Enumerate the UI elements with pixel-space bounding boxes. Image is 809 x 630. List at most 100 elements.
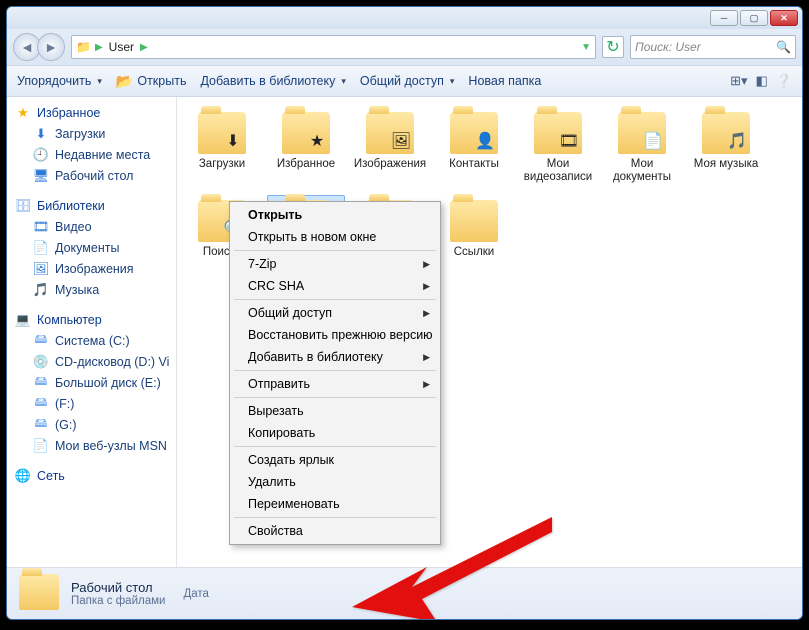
sidebar-item-drive-e[interactable]: 🖴Большой диск (E:)	[11, 373, 172, 393]
share-menu[interactable]: Общий доступ	[360, 74, 455, 88]
folder-item[interactable]: ★Избранное	[267, 107, 345, 189]
menu-item[interactable]: 7-Zip	[230, 253, 440, 275]
sidebar-item-downloads[interactable]: ⬇Загрузки	[11, 124, 172, 144]
page-icon: 📄	[33, 438, 49, 454]
explorer-window: ─ ▢ ✕ ◄ ► 📁 ▶ User ▶ ▼ ↻ Поиск: User 🔍 У…	[6, 6, 803, 620]
sidebar-item-documents[interactable]: 📄Документы	[11, 238, 172, 258]
music-icon: 🎵	[33, 282, 49, 298]
content-area: ⬇Загрузки★Избранное 🖼 Изображения 👤 Контакты…	[177, 97, 802, 567]
star-icon: ★	[15, 105, 31, 121]
sidebar-item-msn[interactable]: 📄Мои веб-узлы MSN	[11, 436, 172, 456]
sidebar-item-drive-f[interactable]: 🖴(F:)	[11, 394, 172, 414]
drive-icon: 🖴	[33, 333, 49, 349]
folder-label: Мои документы	[606, 158, 678, 184]
computer-group[interactable]: 💻Компьютер	[11, 310, 172, 330]
details-pane: Рабочий стол Папка с файлами Дата	[7, 567, 802, 619]
folder-item[interactable]: 👤 Контакты	[435, 107, 513, 189]
menu-item[interactable]: Открыть	[230, 204, 440, 226]
recent-icon: 🕘	[33, 147, 49, 163]
menu-item[interactable]: Удалить	[230, 471, 440, 493]
menu-item[interactable]: Создать ярлык	[230, 449, 440, 471]
chevron-right-icon: ▶	[140, 42, 148, 53]
sidebar-item-drive-c[interactable]: 🖴Система (C:)	[11, 331, 172, 351]
folder-icon: 🖼	[366, 112, 414, 154]
titlebar: ─ ▢ ✕	[7, 7, 802, 29]
image-icon: 🖼	[33, 261, 49, 277]
organize-menu[interactable]: Упорядочить	[17, 74, 102, 88]
folder-item[interactable]: Ссылки	[435, 195, 513, 277]
network-icon: 🌐	[15, 468, 31, 484]
search-icon: 🔍	[776, 40, 791, 54]
folder-label: Моя музыка	[694, 158, 759, 171]
folder-item[interactable]: ⬇Загрузки	[183, 107, 261, 189]
sidebar-item-pictures[interactable]: 🖼Изображения	[11, 259, 172, 279]
folder-icon	[19, 574, 59, 610]
network-group[interactable]: 🌐Сеть	[11, 466, 172, 486]
folder-item[interactable]: 📄 Мои документы	[603, 107, 681, 189]
folder-label: Контакты	[449, 158, 499, 171]
folder-item[interactable]: 🎵 Моя музыка	[687, 107, 765, 189]
add-to-library-menu[interactable]: Добавить в библиотеку	[200, 74, 345, 88]
folder-label: Ссылки	[454, 246, 495, 259]
close-button[interactable]: ✕	[770, 10, 798, 26]
menu-item[interactable]: CRC SHA	[230, 275, 440, 297]
computer-icon: 💻	[15, 312, 31, 328]
sidebar-item-drive-g[interactable]: 🖴(G:)	[11, 415, 172, 435]
folder-label: Мои видеозаписи	[522, 158, 594, 184]
forward-button[interactable]: ►	[37, 33, 65, 61]
search-placeholder: Поиск: User	[635, 40, 701, 54]
desktop-icon: 🖥	[33, 168, 49, 184]
new-folder-button[interactable]: Новая папка	[468, 74, 541, 88]
folder-icon	[450, 200, 498, 242]
folder-icon: 🎵	[702, 112, 750, 154]
libraries-group[interactable]: 🗄Библиотеки	[11, 196, 172, 216]
folder-icon: 🎞	[534, 112, 582, 154]
folder-icon: 👤	[450, 112, 498, 154]
folder-label: Изображения	[354, 158, 426, 171]
menu-item[interactable]: Переименовать	[230, 493, 440, 515]
folder-icon: ⬇	[198, 112, 246, 154]
help-button[interactable]: ❔	[776, 73, 792, 89]
details-date-label: Дата	[183, 588, 208, 600]
view-options-button[interactable]: ⊞▾	[730, 73, 747, 89]
preview-pane-button[interactable]: ◧	[756, 73, 768, 89]
document-icon: 📄	[33, 240, 49, 256]
open-icon: 📂	[116, 73, 133, 90]
sidebar-item-desktop[interactable]: 🖥Рабочий стол	[11, 166, 172, 186]
menu-item[interactable]: Отправить	[230, 373, 440, 395]
favorites-group[interactable]: ★Избранное	[11, 103, 172, 123]
cd-icon: 💿	[33, 354, 49, 370]
folder-icon: 📄	[618, 112, 666, 154]
folder-item[interactable]: 🖼 Изображения	[351, 107, 429, 189]
folder-icon: 📁	[76, 40, 91, 54]
details-subtitle: Папка с файлами	[71, 595, 165, 607]
menu-item[interactable]: Восстановить прежнюю версию	[230, 324, 440, 346]
menu-item[interactable]: Общий доступ	[230, 302, 440, 324]
sidebar-item-videos[interactable]: 🎞Видео	[11, 217, 172, 237]
menu-item[interactable]: Открыть в новом окне	[230, 226, 440, 248]
toolbar: Упорядочить 📂Открыть Добавить в библиоте…	[7, 65, 802, 97]
maximize-button[interactable]: ▢	[740, 10, 768, 26]
folder-item[interactable]: 🎞 Мои видеозаписи	[519, 107, 597, 189]
video-icon: 🎞	[33, 219, 49, 235]
menu-item[interactable]: Свойства	[230, 520, 440, 542]
netdrive-icon: 🖴	[33, 417, 49, 433]
sidebar-item-music[interactable]: 🎵Музыка	[11, 280, 172, 300]
open-button[interactable]: 📂Открыть	[116, 73, 187, 90]
sidebar-item-cd-d[interactable]: 💿CD-дисковод (D:) Vi	[11, 352, 172, 372]
chevron-down-icon[interactable]: ▼	[581, 42, 591, 53]
menu-item[interactable]: Вырезать	[230, 400, 440, 422]
details-title: Рабочий стол	[71, 580, 165, 595]
menu-item[interactable]: Добавить в библиотеку	[230, 346, 440, 368]
chevron-right-icon: ▶	[95, 42, 103, 53]
minimize-button[interactable]: ─	[710, 10, 738, 26]
breadcrumb[interactable]: 📁 ▶ User ▶ ▼	[71, 35, 596, 59]
context-menu: ОткрытьОткрыть в новом окне 7-ZipCRC SHA О…	[229, 201, 441, 545]
search-input[interactable]: Поиск: User 🔍	[630, 35, 796, 59]
breadcrumb-segment[interactable]: User	[107, 40, 136, 54]
refresh-button[interactable]: ↻	[602, 36, 624, 58]
sidebar-item-recent[interactable]: 🕘Недавние места	[11, 145, 172, 165]
drive-icon: 🖴	[33, 375, 49, 391]
download-icon: ⬇	[33, 126, 49, 142]
menu-item[interactable]: Копировать	[230, 422, 440, 444]
